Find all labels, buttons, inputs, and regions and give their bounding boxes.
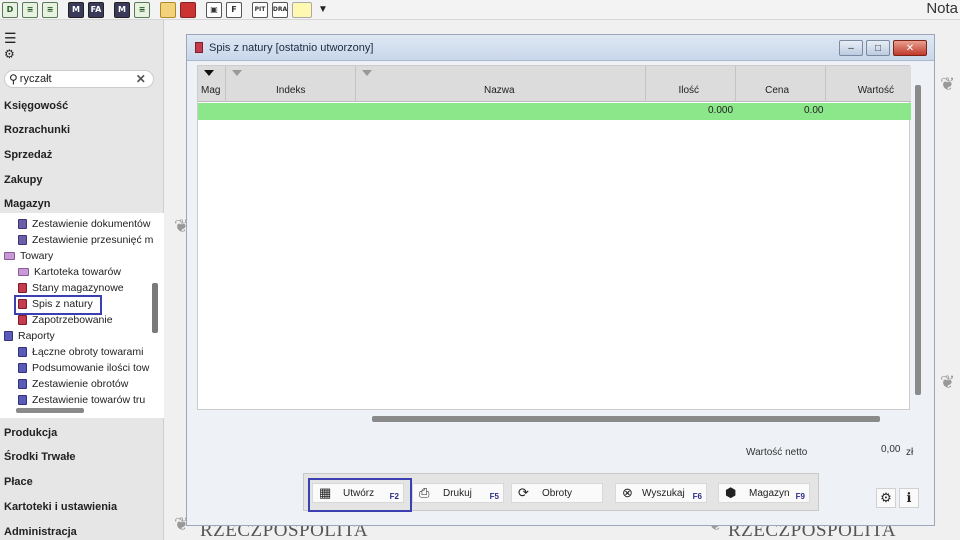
binoculars-icon: ⊗ <box>622 485 633 500</box>
tree-folder-raporty[interactable]: Raporty <box>4 328 55 344</box>
info-icon[interactable]: ℹ <box>899 488 919 508</box>
tree-folder-towary[interactable]: Towary <box>4 248 53 264</box>
nav-rozrachunki[interactable]: Rozrachunki <box>4 124 70 136</box>
table-row[interactable]: 0.000 0.00 <box>198 103 911 120</box>
window-icon <box>195 42 203 53</box>
column-nazwa[interactable]: Nazwa <box>356 66 646 102</box>
nav-sprzedaz[interactable]: Sprzedaż <box>4 149 52 161</box>
sort-arrow-icon <box>232 70 242 76</box>
doc-list-icon[interactable]: ≡ <box>134 1 150 18</box>
column-cena[interactable]: Cena <box>736 66 826 102</box>
doc-m-icon[interactable]: M <box>68 1 84 18</box>
app-title: Nota <box>926 0 958 17</box>
folder-icon <box>4 252 15 260</box>
doc-green-icon[interactable]: ≡ <box>22 1 38 18</box>
tree-selection-highlight <box>14 295 102 315</box>
nav-place[interactable]: Płace <box>4 476 33 488</box>
grid-vertical-scrollbar[interactable] <box>915 85 921 395</box>
cell-cena: 0.00 <box>804 105 824 116</box>
folder-icon[interactable] <box>160 1 176 18</box>
tree-item[interactable]: Kartoteka towarów <box>18 264 121 280</box>
settings-gears-icon[interactable]: ⚙ <box>876 488 896 508</box>
tree-horizontal-scrollbar[interactable] <box>16 408 84 413</box>
toolbar-dropdown-icon[interactable]: ▼ <box>318 4 328 15</box>
hamburger-menu-icon[interactable]: ☰ <box>4 30 17 46</box>
inventory-grid: Mag Indeks Nazwa Ilość Cena Wartość 0.00… <box>197 65 911 410</box>
document-icon <box>18 219 27 229</box>
minimize-button[interactable]: – <box>839 40 863 56</box>
report-icon <box>18 347 27 357</box>
box-icon: ⬢ <box>725 485 737 500</box>
doc-pit-icon[interactable]: PIT <box>252 1 268 18</box>
report-icon <box>18 363 27 373</box>
main-toolbar: D ≡ ≡ M FA M ≡ ▣ F PIT DRA ▼ <box>0 0 960 20</box>
nav-ksiegowosc[interactable]: Księgowość <box>4 100 68 112</box>
search-input[interactable] <box>19 73 132 85</box>
window-title: Spis z natury [ostatnio utworzony] <box>209 41 374 54</box>
note-icon[interactable] <box>292 1 312 18</box>
tree-item[interactable]: Zestawienie towarów tru <box>18 392 145 408</box>
tree-item[interactable]: Zestawienie przesunięć m <box>18 232 153 248</box>
close-button[interactable]: ✕ <box>893 40 927 56</box>
doc-fa-icon[interactable]: FA <box>88 1 104 18</box>
nav-administracja[interactable]: Administracja <box>4 526 77 538</box>
clear-search-icon[interactable]: ✕ <box>136 72 146 86</box>
report-icon <box>4 331 13 341</box>
column-mag[interactable]: Mag <box>198 66 226 102</box>
printer-icon: ⎙ <box>419 485 430 500</box>
doc-d-icon[interactable]: D <box>2 1 18 18</box>
magazyn-tree: Zestawienie dokumentów Zestawienie przes… <box>0 213 164 418</box>
doc-m2-icon[interactable]: M <box>114 1 130 18</box>
netto-label: Wartość netto <box>746 447 808 458</box>
tree-vertical-scrollbar[interactable] <box>152 283 158 333</box>
eagle-icon: ❦ <box>940 372 956 392</box>
tree-item[interactable]: Zestawienie dokumentów <box>18 216 150 232</box>
gears-icon[interactable]: ⚙ <box>4 46 17 62</box>
magazyn-button[interactable]: ⬢ Magazyn F9 <box>718 483 810 503</box>
report-icon <box>18 379 27 389</box>
nav-produkcja[interactable]: Produkcja <box>4 427 57 439</box>
grid-horizontal-scrollbar[interactable] <box>372 416 880 422</box>
tree-item[interactable]: Stany magazynowe <box>18 280 124 296</box>
column-indeks[interactable]: Indeks <box>226 66 356 102</box>
maximize-button[interactable]: □ <box>866 40 890 56</box>
eagle-icon: ❦ <box>940 74 956 94</box>
document-icon <box>18 235 27 245</box>
folder-icon <box>18 268 29 276</box>
column-ilosc[interactable]: Ilość <box>646 66 736 102</box>
nav-kartoteki[interactable]: Kartoteki i ustawienia <box>4 501 117 513</box>
window-titlebar[interactable]: Spis z natury [ostatnio utworzony] <box>187 35 934 61</box>
search-box[interactable]: ⚲ ✕ <box>4 70 154 88</box>
search-icon: ⚲ <box>9 72 18 86</box>
demand-icon <box>18 315 27 325</box>
column-wartosc[interactable]: Wartość <box>826 66 911 102</box>
nav-srodki-trwale[interactable]: Środki Trwałe <box>4 451 76 463</box>
doc-image-icon[interactable]: ▣ <box>206 1 222 18</box>
netto-currency: zł <box>906 447 914 458</box>
report-icon <box>18 395 27 405</box>
red-doc-icon[interactable] <box>180 1 196 18</box>
cell-ilosc: 0.000 <box>708 105 734 116</box>
wyszukaj-button[interactable]: ⊗ Wyszukaj F6 <box>615 483 707 503</box>
obroty-button[interactable]: ⟳ Obroty <box>511 483 603 503</box>
tree-item[interactable]: Zestawienie obrotów <box>18 376 128 392</box>
nav-zakupy[interactable]: Zakupy <box>4 174 43 186</box>
tree-item[interactable]: Podsumowanie ilości tow <box>18 360 149 376</box>
nav-magazyn[interactable]: Magazyn <box>4 198 50 210</box>
sort-arrow-icon <box>362 70 372 76</box>
spis-z-natury-window: Spis z natury [ostatnio utworzony] – □ ✕… <box>186 34 935 526</box>
doc-f-icon[interactable]: F <box>226 1 242 18</box>
doc-dra-icon[interactable]: DRA <box>272 1 288 18</box>
refresh-icon: ⟳ <box>518 485 529 500</box>
netto-value: 0,00 <box>881 444 901 455</box>
focus-highlight <box>308 478 412 512</box>
sort-arrow-icon <box>204 70 214 76</box>
drukuj-button[interactable]: ⎙ Drukuj F5 <box>412 483 504 503</box>
grid-header: Mag Indeks Nazwa Ilość Cena Wartość <box>198 66 911 102</box>
tree-item[interactable]: Łączne obroty towarami <box>18 344 143 360</box>
doc-green2-icon[interactable]: ≡ <box>42 1 58 18</box>
stock-icon <box>18 283 27 293</box>
